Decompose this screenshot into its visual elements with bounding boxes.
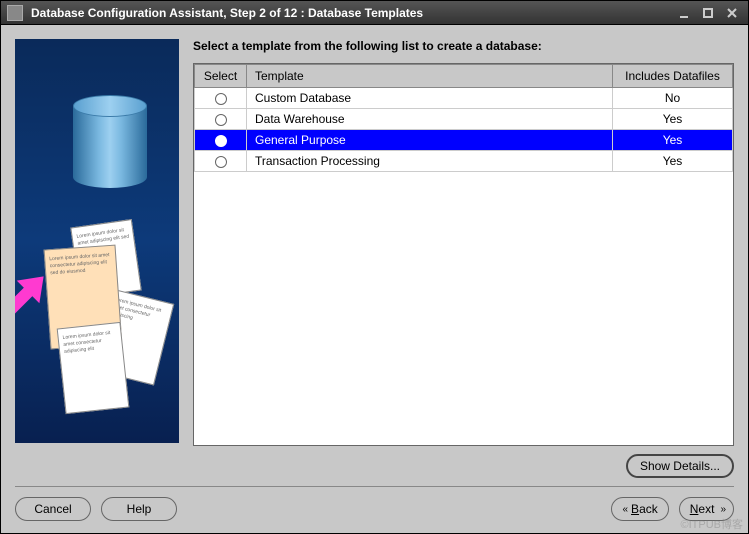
minimize-button[interactable] (674, 4, 694, 22)
template-name: General Purpose (247, 130, 613, 151)
app-icon (7, 5, 23, 21)
footer-buttons: Cancel Help « Back Next » (15, 497, 734, 521)
template-name: Custom Database (247, 88, 613, 109)
next-label: N (690, 502, 699, 516)
template-name: Transaction Processing (247, 151, 613, 172)
table-row[interactable]: Data Warehouse Yes (195, 109, 733, 130)
show-details-button[interactable]: Show Details... (626, 454, 734, 478)
includes-datafiles: Yes (613, 109, 733, 130)
col-header-includes: Includes Datafiles (613, 65, 733, 88)
cancel-button[interactable]: Cancel (15, 497, 91, 521)
instruction-text: Select a template from the following lis… (193, 39, 734, 53)
table-row[interactable]: General Purpose Yes (195, 130, 733, 151)
titlebar: Database Configuration Assistant, Step 2… (1, 1, 748, 25)
wizard-illustration: Lorem ipsum dolor sit amet adipiscing el… (15, 39, 179, 443)
maximize-button[interactable] (698, 4, 718, 22)
chevron-right-icon: » (720, 504, 723, 515)
content-area: Lorem ipsum dolor sit amet adipiscing el… (1, 25, 748, 533)
back-label: B (631, 502, 639, 516)
table-row[interactable]: Transaction Processing Yes (195, 151, 733, 172)
dbca-window: Database Configuration Assistant, Step 2… (0, 0, 749, 534)
database-cylinder-icon (73, 95, 147, 195)
close-button[interactable] (722, 4, 742, 22)
includes-datafiles: Yes (613, 130, 733, 151)
includes-datafiles: Yes (613, 151, 733, 172)
next-button[interactable]: Next » (679, 497, 734, 521)
right-pane: Select a template from the following lis… (193, 39, 734, 478)
back-button[interactable]: « Back (611, 497, 668, 521)
col-header-template: Template (247, 65, 613, 88)
help-button[interactable]: Help (101, 497, 177, 521)
includes-datafiles: No (613, 88, 733, 109)
template-table: Select Template Includes Datafiles Custo… (193, 63, 734, 446)
separator (15, 486, 734, 487)
col-header-select: Select (195, 65, 247, 88)
table-header-row: Select Template Includes Datafiles (195, 65, 733, 88)
radio-transaction-processing[interactable] (215, 156, 227, 168)
radio-general-purpose[interactable] (215, 135, 227, 147)
template-name: Data Warehouse (247, 109, 613, 130)
radio-custom-database[interactable] (215, 93, 227, 105)
chevron-left-icon: « (622, 504, 625, 515)
table-row[interactable]: Custom Database No (195, 88, 733, 109)
window-title: Database Configuration Assistant, Step 2… (31, 6, 670, 20)
radio-data-warehouse[interactable] (215, 114, 227, 126)
template-paper-icon: Lorem ipsum dolor sit amet consectetur a… (57, 322, 130, 414)
